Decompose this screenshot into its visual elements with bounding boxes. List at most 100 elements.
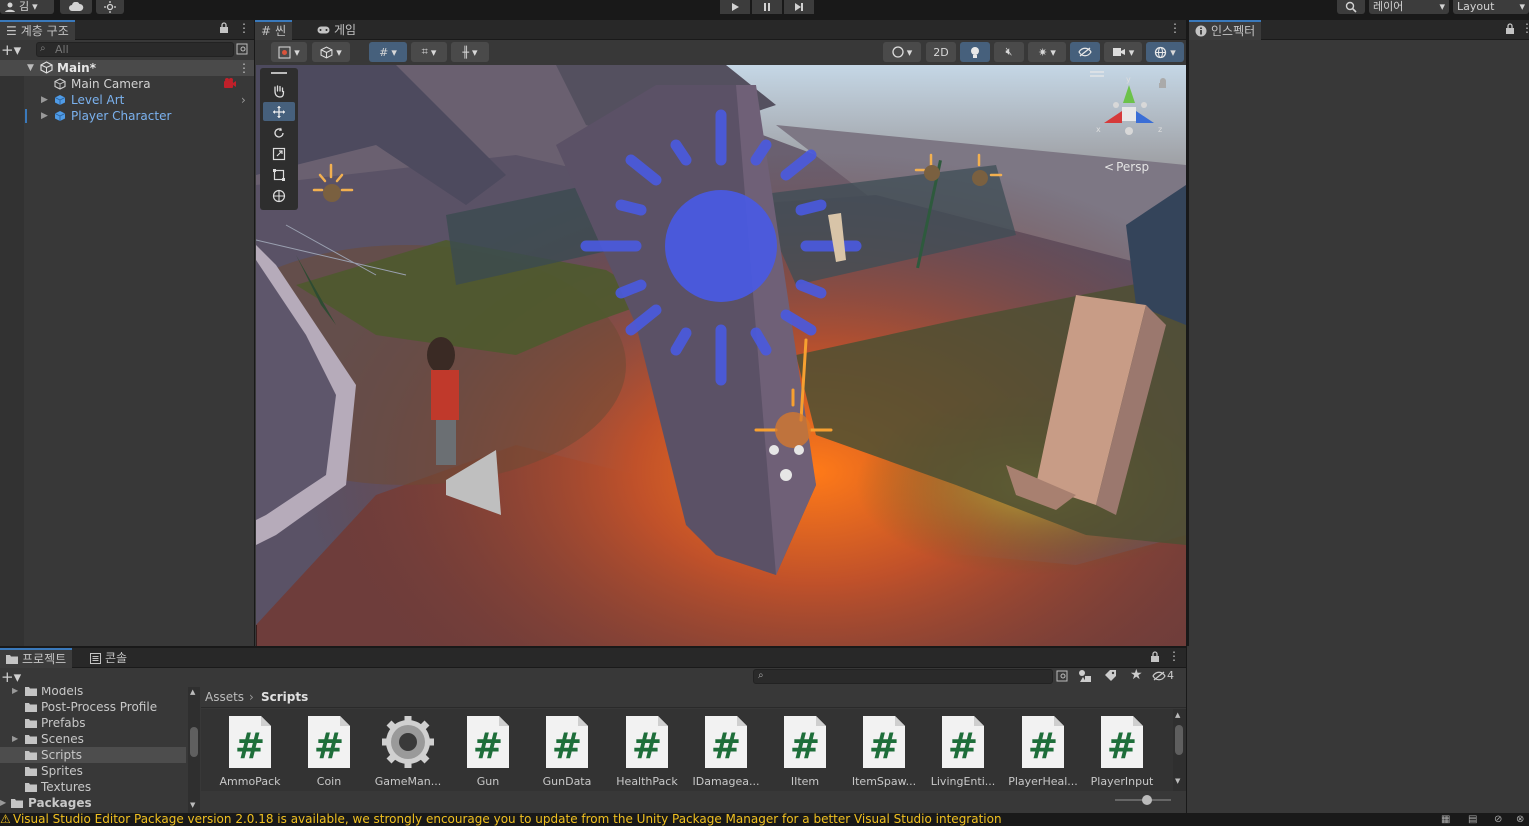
scene-row[interactable]: ▼ Main* ⋮ [0,60,254,76]
audio-toggle-button[interactable]: 🔇︎ [994,42,1024,62]
toggle-2d-button[interactable]: 2D [926,42,956,62]
hierarchy-search-input[interactable]: ⌕ All [36,42,234,57]
lock-icon[interactable] [219,22,229,34]
label-tag-icon[interactable] [1104,669,1117,682]
rotate-tool[interactable] [263,123,295,142]
breadcrumb-assets[interactable]: Assets [205,687,244,708]
chevron-right-icon[interactable]: ▶ [12,687,18,699]
pause-button[interactable] [752,0,782,14]
scene-visibility-button[interactable] [1070,42,1100,62]
chevron-right-icon[interactable]: › [241,92,246,108]
scene-viewport[interactable]: y x z < Persp [256,65,1186,646]
lock-icon[interactable] [1505,23,1515,35]
projection-toggle[interactable]: < Persp [1104,160,1149,174]
ruler-snap-button[interactable]: ╫ ▾ [451,42,489,62]
project-search-input[interactable]: ⌕ [753,669,1053,684]
breadcrumb-scripts[interactable]: Scripts [261,687,308,708]
create-plus-icon[interactable]: +▾ [1,41,21,59]
shading-mode-button[interactable]: ▾ [883,42,921,62]
asset-gun[interactable]: # Gun [451,712,525,792]
status-bar[interactable]: ⚠ Visual Studio Editor Package version 2… [0,813,1529,826]
asset-healthpack[interactable]: # HealthPack [610,712,684,792]
kebab-menu-icon[interactable]: ⋮ [1168,649,1180,663]
tab-game[interactable]: 게임 [311,20,362,40]
folder-item-prefabs[interactable]: Prefabs [0,715,186,731]
orientation-gizmo[interactable]: y x z [1096,75,1166,145]
asset-playerinput[interactable]: # PlayerInput [1085,712,1159,792]
draw-mode-button[interactable]: ▾ [271,42,307,62]
scrollbar-thumb[interactable] [1175,725,1183,755]
scroll-up-icon[interactable]: ▲ [190,688,195,696]
play-button[interactable] [720,0,750,14]
kebab-menu-icon[interactable]: ⋮ [238,60,250,76]
effects-button[interactable]: ✷ ▾ [1028,42,1066,62]
folder-item-sprites[interactable]: Sprites [0,763,186,779]
chevron-right-icon[interactable]: ▶ [41,92,48,108]
rect-tool[interactable] [263,165,295,184]
asset-grid-scrollbar[interactable]: ▲ ▼ [1173,709,1186,791]
kebab-menu-icon[interactable]: ⋮ [1169,21,1181,35]
hierarchy-item-player-character[interactable]: ▶ Player Character [0,108,254,124]
create-plus-icon[interactable]: +▾ [1,668,21,686]
render-mode-button[interactable]: ▾ [312,42,350,62]
kebab-menu-icon[interactable]: ⋮ [1521,21,1529,35]
asset-iitem[interactable]: # IItem [768,712,842,792]
chevron-right-icon[interactable]: ▶ [41,108,48,124]
folder-tree-scrollbar[interactable]: ▲ ▼ [188,687,200,813]
tab-inspector[interactable]: 인스펙터 [1189,20,1262,40]
hand-tool[interactable] [263,81,295,100]
tab-scene[interactable]: # 씬 [255,20,293,40]
camera-settings-button[interactable]: ▾ [1104,42,1142,62]
scroll-down-icon[interactable]: ▼ [190,801,195,809]
chevron-right-icon[interactable]: ▶ [12,731,18,747]
scroll-up-icon[interactable]: ▲ [1175,711,1180,719]
folder-item-post-process-profile[interactable]: Post-Process Profile [0,699,186,715]
grid-snapping-button[interactable]: # ▾ [369,42,407,62]
hierarchy-item-level-art[interactable]: ▶ Level Art › [0,92,254,108]
folder-item-models[interactable]: ▶ Models [0,687,186,699]
layout-dropdown[interactable]: Layout ▾ [1453,0,1529,14]
folder-item-scenes[interactable]: ▶ Scenes [0,731,186,747]
overlay-drag-handle[interactable] [271,72,287,74]
step-button[interactable] [784,0,814,14]
transform-tool[interactable] [263,186,295,205]
move-tool[interactable] [263,102,295,121]
scroll-down-icon[interactable]: ▼ [1175,777,1180,785]
cloud-button[interactable] [60,0,92,14]
progress-icon[interactable]: ⊗ [1516,813,1524,826]
search-window-icon[interactable] [236,43,248,55]
filter-type-icon[interactable] [1078,669,1092,683]
folder-item-scripts[interactable]: Scripts [0,747,186,763]
scale-tool[interactable] [263,144,295,163]
asset-coin[interactable]: # Coin [292,712,366,792]
folder-item-textures[interactable]: Textures [0,779,186,795]
scrollbar-thumb[interactable] [190,727,198,757]
asset-playerhealth[interactable]: # PlayerHeal... [1006,712,1080,792]
asset-gundata[interactable]: # GunData [530,712,604,792]
network-icon[interactable]: ⊘ [1494,813,1502,826]
favorite-star-icon[interactable]: ★ [1130,667,1143,683]
gizmos-button[interactable]: ▾ [1146,42,1184,62]
lock-icon[interactable] [1150,651,1160,663]
icon-size-slider-thumb[interactable] [1142,795,1152,805]
kebab-menu-icon[interactable]: ⋮ [238,21,250,35]
tab-hierarchy[interactable]: ☰ 계층 구조 [0,20,75,40]
auto-generate-lighting-icon[interactable]: ▦ [1441,813,1450,826]
asset-ammopack[interactable]: # AmmoPack [213,712,287,792]
tab-project[interactable]: 프로젝트 [0,648,73,668]
layers-dropdown[interactable]: 레이어 ▾ [1369,0,1449,14]
lighting-toggle-button[interactable] [960,42,990,62]
asset-gamemanager[interactable]: GameMan... [371,712,445,792]
search-button[interactable] [1337,0,1365,14]
account-dropdown[interactable]: 김 ▾ [0,0,54,14]
search-window-icon[interactable] [1056,670,1068,682]
asset-livingentity[interactable]: # LivingEnti... [926,712,1000,792]
collab-button[interactable] [96,0,124,14]
asset-idamageable[interactable]: # IDamagea... [689,712,763,792]
chevron-down-icon[interactable]: ▼ [27,60,34,76]
hidden-packages-toggle[interactable]: 4 [1152,669,1174,682]
asset-itemspawner[interactable]: # ItemSpaw... [847,712,921,792]
debug-mode-icon[interactable]: ▤ [1468,813,1477,826]
hierarchy-item-main-camera[interactable]: Main Camera [0,76,254,92]
tab-console[interactable]: 콘솔 [84,648,133,668]
